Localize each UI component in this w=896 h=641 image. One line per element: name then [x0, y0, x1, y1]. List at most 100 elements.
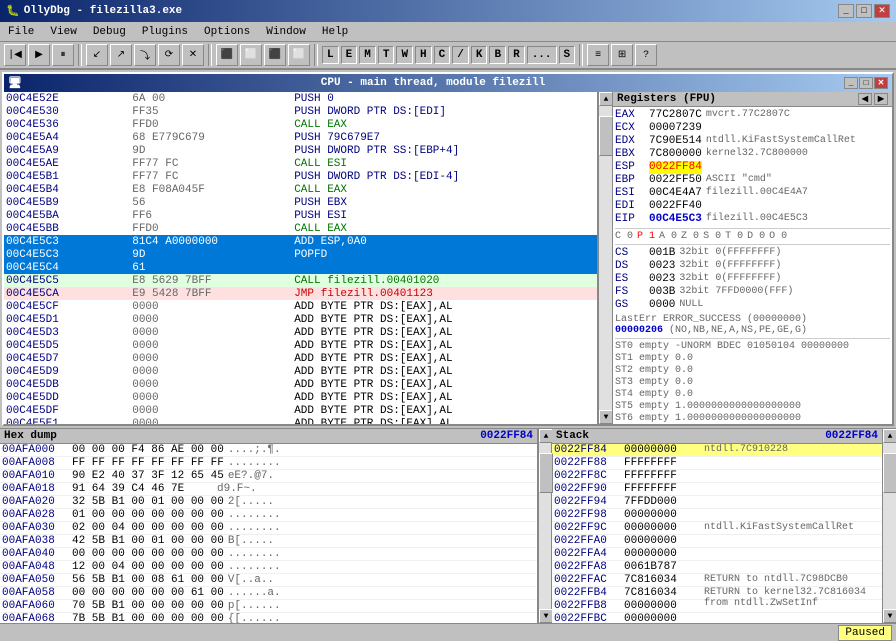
- reg-row[interactable]: ECX00007239: [615, 122, 890, 135]
- mem-scroll-down[interactable]: ▼: [539, 609, 553, 623]
- scroll-thumb[interactable]: [599, 116, 613, 156]
- menu-file[interactable]: File: [4, 25, 38, 39]
- stack-row[interactable]: 0022FFB47C816034RETURN to kernel32.7C816…: [552, 587, 882, 600]
- cpu-maximize[interactable]: □: [859, 77, 873, 89]
- toolbar-label-m[interactable]: M: [359, 46, 376, 64]
- disasm-row[interactable]: 00C4E5A468 E779C679PUSH 79C679E7: [4, 131, 597, 144]
- stack-row[interactable]: 0022FFBC00000000: [552, 613, 882, 623]
- toolbar-grid[interactable]: ⊞: [611, 44, 633, 66]
- stack-row[interactable]: 0022FF9C00000000ntdll.KiFastSystemCallRe…: [552, 522, 882, 535]
- toolbar-step-out[interactable]: ⤵: [134, 44, 156, 66]
- mem-row[interactable]: 00AFA01891 64 39 C4 46 7Ed9.F~.: [0, 483, 537, 496]
- toolbar-step-into[interactable]: ↙: [86, 44, 108, 66]
- toolbar-label-r[interactable]: R: [508, 46, 525, 64]
- memory-scrollbar[interactable]: ▲ ▼: [538, 429, 552, 623]
- mem-row[interactable]: 00AFA05056 5B B1 00 08 61 00 00V[..a..: [0, 574, 537, 587]
- mem-row[interactable]: 00AFA05800 00 00 00 00 00 61 00......a.: [0, 587, 537, 600]
- mem-row[interactable]: 00AFA00000 00 00 F4 86 AE 00 00....;.¶.: [0, 444, 537, 457]
- reg-row[interactable]: EIP00C4E5C3filezill.00C4E5C3: [615, 213, 890, 226]
- disasm-row[interactable]: 00C4E5AEFF77 FCCALL ESI: [4, 157, 597, 170]
- disasm-row[interactable]: 00C4E5D10000ADD BYTE PTR DS:[EAX],AL: [4, 313, 597, 326]
- mem-scroll-thumb[interactable]: [539, 453, 553, 493]
- toolbar-label-dots[interactable]: ...: [527, 46, 557, 64]
- toolbar-animate[interactable]: ⟳: [158, 44, 180, 66]
- reg-row[interactable]: EAX77C2807Cmvcrt.77C2807C: [615, 109, 890, 122]
- reg-row[interactable]: EBP0022FF50ASCII "cmd": [615, 174, 890, 187]
- mem-row[interactable]: 00AFA02032 5B B1 00 01 00 00 002[.....: [0, 496, 537, 509]
- toolbar-bp4[interactable]: ⬜: [288, 44, 310, 66]
- reg-row[interactable]: ESP0022FF84: [615, 161, 890, 174]
- disasm-row[interactable]: 00C4E5DD0000ADD BYTE PTR DS:[EAX],AL: [4, 391, 597, 404]
- mem-row[interactable]: 00AFA0687B 5B B1 00 00 00 00 00{[......: [0, 613, 537, 623]
- close-button[interactable]: ✕: [874, 4, 890, 18]
- toolbar-label-h[interactable]: H: [415, 46, 432, 64]
- mem-row[interactable]: 00AFA03002 00 04 00 00 00 00 00........: [0, 522, 537, 535]
- disasm-row[interactable]: 00C4E5CAE9 5428 7BFFJMP filezill.0040112…: [4, 287, 597, 300]
- menu-options[interactable]: Options: [200, 25, 254, 39]
- memory-content[interactable]: 00AFA00000 00 00 F4 86 AE 00 00....;.¶. 0…: [0, 444, 537, 623]
- stack-row[interactable]: 0022FF8CFFFFFFFF: [552, 470, 882, 483]
- disasm-row[interactable]: 00C4E5C39DPOPFD: [4, 248, 597, 261]
- mem-row[interactable]: 00AFA01090 E2 40 37 3F 12 65 45eE?.@7.: [0, 470, 537, 483]
- mem-row[interactable]: 00AFA06070 5B B1 00 00 00 00 00p[......: [0, 600, 537, 613]
- cpu-minimize[interactable]: _: [844, 77, 858, 89]
- stack-row[interactable]: 0022FF9800000000: [552, 509, 882, 522]
- reg-nav-right[interactable]: ▶: [874, 93, 888, 105]
- menu-help[interactable]: Help: [318, 25, 352, 39]
- stack-row[interactable]: 0022FFA80061B787: [552, 561, 882, 574]
- disasm-row[interactable]: 00C4E5D30000ADD BYTE PTR DS:[EAX],AL: [4, 326, 597, 339]
- stack-content[interactable]: 0022FF8400000000ntdll.7C9102280022FF88FF…: [552, 444, 882, 623]
- disasm-scrollbar[interactable]: ▲ ▼: [598, 92, 612, 424]
- menu-view[interactable]: View: [46, 25, 80, 39]
- mem-row[interactable]: 00AFA04812 00 04 00 00 00 00 00........: [0, 561, 537, 574]
- toolbar-label-w[interactable]: W: [396, 46, 413, 64]
- stack-row[interactable]: 0022FF947FFDD000: [552, 496, 882, 509]
- toolbar-bp3[interactable]: ⬛: [264, 44, 286, 66]
- disasm-scroll[interactable]: 00C4E52E6A 00PUSH 000C4E530FF35PUSH DWOR…: [4, 92, 597, 424]
- mem-scroll-track[interactable]: [539, 443, 551, 609]
- toolbar-bp2[interactable]: ⬜: [240, 44, 262, 66]
- reg-row[interactable]: EDI0022FF40: [615, 200, 890, 213]
- toolbar-pause[interactable]: ⏸: [52, 44, 74, 66]
- disasm-row[interactable]: 00C4E5C461: [4, 261, 597, 274]
- toolbar-label-b[interactable]: B: [489, 46, 506, 64]
- disasm-row[interactable]: 00C4E52E6A 00PUSH 0: [4, 92, 597, 105]
- scroll-down-btn[interactable]: ▼: [599, 410, 613, 424]
- stack-scroll-thumb[interactable]: [883, 453, 896, 493]
- minimize-button[interactable]: _: [838, 4, 854, 18]
- toolbar-help[interactable]: ?: [635, 44, 657, 66]
- stack-row[interactable]: 0022FF88FFFFFFFF: [552, 457, 882, 470]
- scroll-track[interactable]: [599, 106, 612, 410]
- disasm-row[interactable]: 00C4E5B956PUSH EBX: [4, 196, 597, 209]
- reg-row[interactable]: EDX7C90E514ntdll.KiFastSystemCallRet: [615, 135, 890, 148]
- toolbar-label-s[interactable]: S: [559, 46, 576, 64]
- maximize-button[interactable]: □: [856, 4, 872, 18]
- toolbar-stop[interactable]: ✕: [182, 44, 204, 66]
- disasm-row[interactable]: 00C4E5D50000ADD BYTE PTR DS:[EAX],AL: [4, 339, 597, 352]
- disasm-row[interactable]: 00C4E5B4E8 F08A045FCALL EAX: [4, 183, 597, 196]
- disasm-row[interactable]: 00C4E5C381C4 A0000000ADD ESP,0A0: [4, 235, 597, 248]
- disasm-row[interactable]: 00C4E5BBFFD0CALL EAX: [4, 222, 597, 235]
- toolbar-list[interactable]: ≡: [587, 44, 609, 66]
- mem-row[interactable]: 00AFA02801 00 00 00 00 00 00 00........: [0, 509, 537, 522]
- toolbar-run[interactable]: ▶: [28, 44, 50, 66]
- stack-panel[interactable]: Stack 0022FF84 0022FF8400000000ntdll.7C9…: [552, 429, 882, 623]
- toolbar-bp[interactable]: ⬛: [216, 44, 238, 66]
- reg-row[interactable]: EBX7C800000kernel32.7C800000: [615, 148, 890, 161]
- disasm-row[interactable]: 00C4E5DF0000ADD BYTE PTR DS:[EAX],AL: [4, 404, 597, 417]
- memory-panel[interactable]: Hex dump 0022FF84 00AFA00000 00 00 F4 86…: [0, 429, 538, 623]
- mem-row[interactable]: 00AFA04000 00 00 00 00 00 00 00........: [0, 548, 537, 561]
- disasm-row[interactable]: 00C4E5E10000ADD BYTE PTR DS:[EAX],AL: [4, 417, 597, 424]
- mem-scroll-up[interactable]: ▲: [539, 429, 553, 443]
- reg-row[interactable]: ESI00C4E4A7filezill.00C4E4A7: [615, 187, 890, 200]
- reg-nav-left[interactable]: ◀: [858, 93, 872, 105]
- disasm-row[interactable]: 00C4E5C5E8 5629 7BFFCALL filezill.004010…: [4, 274, 597, 287]
- cpu-close[interactable]: ✕: [874, 77, 888, 89]
- scroll-up-btn[interactable]: ▲: [599, 92, 613, 106]
- stack-row[interactable]: 0022FFA400000000: [552, 548, 882, 561]
- disasm-row[interactable]: 00C4E5A99DPUSH DWORD PTR SS:[EBP+4]: [4, 144, 597, 157]
- disasm-panel[interactable]: 00C4E52E6A 00PUSH 000C4E530FF35PUSH DWOR…: [4, 92, 598, 424]
- toolbar-label-l[interactable]: L: [322, 46, 339, 64]
- stack-scroll-up[interactable]: ▲: [883, 429, 896, 443]
- toolbar-label-e[interactable]: E: [341, 46, 358, 64]
